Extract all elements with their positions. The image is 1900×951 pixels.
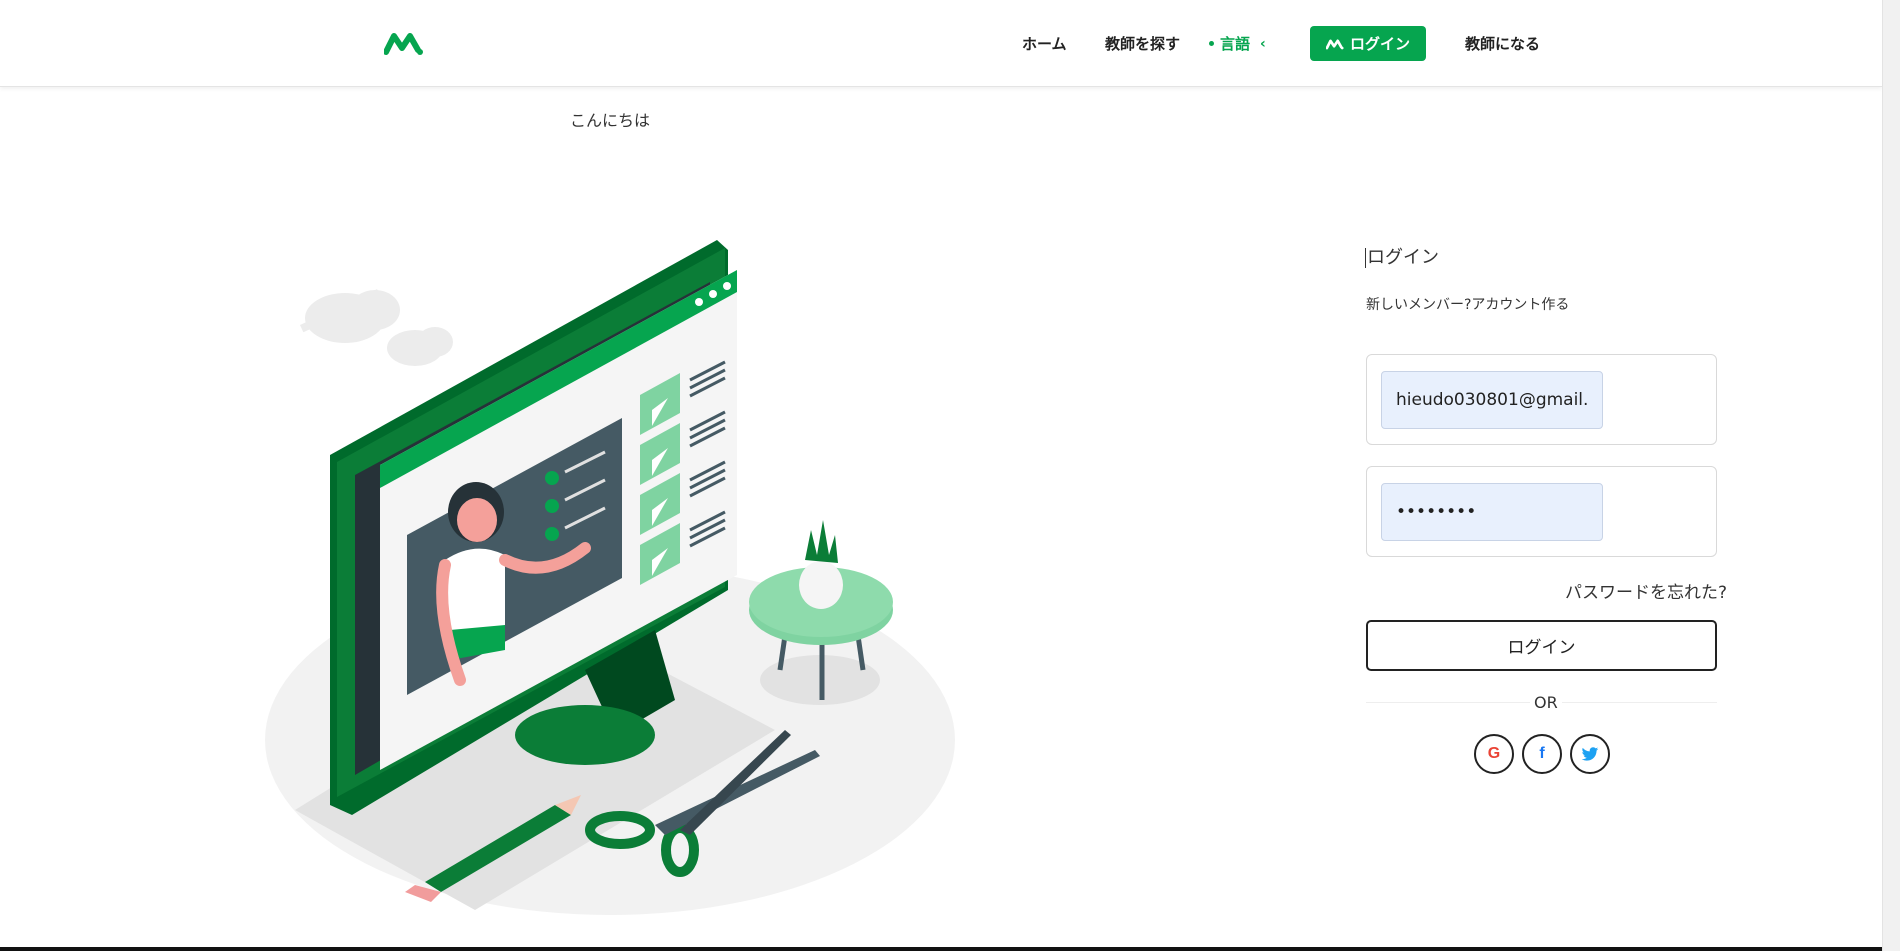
online-teaching-illustration: [265, 240, 955, 915]
forgot-password-link[interactable]: パスワードを忘れた?: [1565, 578, 1727, 603]
nav-login-button[interactable]: ログイン: [1310, 26, 1426, 61]
facebook-login-button[interactable]: f: [1522, 734, 1562, 774]
chevron-left-icon: ‹: [1260, 35, 1266, 52]
twitter-icon: [1581, 746, 1599, 761]
facebook-icon: f: [1539, 745, 1545, 762]
nav-home-link[interactable]: ホーム: [1022, 33, 1067, 54]
nav-language-dropdown[interactable]: 言語 ‹: [1209, 33, 1266, 54]
page-bottom-border: [0, 947, 1882, 951]
or-label: OR: [1530, 693, 1562, 712]
register-link[interactable]: 新しいメンバー?アカウント作る: [1366, 294, 1569, 314]
brand-logo[interactable]: [384, 30, 424, 56]
page-scrollbar[interactable]: [1882, 0, 1900, 951]
twitter-login-button[interactable]: t: [1570, 734, 1610, 774]
email-input[interactable]: [1381, 371, 1603, 429]
email-field-container: [1366, 354, 1717, 445]
nav-login-label: ログイン: [1349, 35, 1410, 53]
password-field-container: [1366, 466, 1717, 557]
google-icon: G: [1487, 745, 1501, 762]
nav-language-label: 言語: [1220, 35, 1251, 53]
google-login-button[interactable]: G: [1474, 734, 1514, 774]
dot-icon: [1209, 41, 1214, 46]
login-submit-button[interactable]: ログイン: [1366, 620, 1717, 671]
password-input[interactable]: [1381, 483, 1603, 541]
greeting-text: こんにちは: [570, 111, 651, 130]
login-heading: ログイン: [1365, 247, 1439, 268]
top-navbar: ホーム 教師を探す 言語 ‹ ログイン 教師になる: [0, 0, 1882, 87]
brand-logo-icon: [1325, 39, 1344, 49]
nav-find-teacher-link[interactable]: 教師を探す: [1105, 33, 1180, 54]
nav-become-teacher-link[interactable]: 教師になる: [1465, 33, 1540, 54]
